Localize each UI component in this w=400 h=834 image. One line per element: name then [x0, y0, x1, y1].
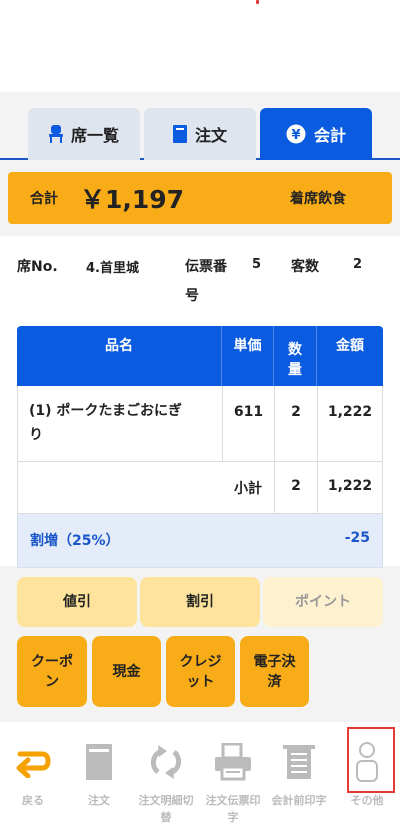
header-amount: 金額	[336, 338, 364, 354]
value-discount-button[interactable]: 値引	[17, 577, 137, 627]
guests-label: 客数	[291, 259, 319, 275]
nav-slip-print[interactable]: 注文伝票印 字	[200, 722, 266, 834]
tab-order[interactable]: 注文	[144, 108, 256, 160]
subtotal-label: 小計	[18, 462, 275, 513]
tab-label: 会計	[313, 126, 346, 145]
header-item-name: 品名	[17, 326, 222, 386]
guests-value: 2	[333, 249, 383, 311]
total-label: 合計	[30, 191, 58, 207]
cash-button[interactable]: 現金	[92, 636, 161, 707]
book-icon	[172, 125, 187, 143]
order-table: 品名 単価 数 量 金額 (1) ポークたまごおにぎ り 611 2 1,222…	[17, 326, 383, 568]
quantity-cell: 2	[275, 386, 318, 461]
refresh-icon	[133, 740, 199, 784]
surcharge-label: 割増（25%）	[30, 533, 120, 549]
nav-label: その他	[350, 794, 384, 807]
nav-back[interactable]: 戻る	[0, 722, 66, 834]
subtotal-row: 小計 2 1,222	[17, 462, 383, 514]
nav-label: 戻る	[22, 794, 44, 807]
receipt-icon	[266, 740, 332, 784]
amount-cell: 1,222	[327, 404, 373, 420]
seat-value: 4.首里城	[68, 249, 166, 311]
nav-label: 会計前印字	[271, 794, 327, 807]
item-name-cell: (1) ポークたまごおにぎ り	[18, 386, 223, 461]
table-row[interactable]: (1) ポークたまごおにぎ り 611 2 1,222	[17, 386, 383, 462]
header-quantity: 数 量	[274, 326, 317, 386]
tab-label: 席一覧	[70, 126, 119, 145]
total-bar: 合計 ￥1,197 着席飲食	[8, 172, 392, 224]
tab-bar: 席一覧 注文 ¥ 会計	[0, 92, 400, 160]
rate-discount-button[interactable]: 割引	[140, 577, 260, 627]
dining-mode-label: 着席飲食	[290, 191, 346, 207]
coupon-button[interactable]: クーポ ン	[17, 636, 87, 707]
emoney-button[interactable]: 電子決 済	[240, 636, 309, 707]
unit-price-cell: 611	[223, 386, 275, 461]
slip-number-value: 5	[234, 249, 282, 311]
tab-label: 注文	[194, 126, 227, 145]
return-arrow-icon	[0, 740, 66, 784]
table-header: 品名 単価 数 量 金額	[17, 326, 383, 386]
chair-icon	[48, 125, 63, 143]
nav-label: 注文伝票印 字	[205, 794, 261, 824]
bottom-nav: 戻る 注文 注文明細切 替 注文伝票印 字 会計前印字 その他	[0, 722, 400, 834]
yen-coin-icon: ¥	[286, 124, 306, 144]
highlight-box	[347, 727, 395, 793]
surcharge-row: 割増（25%） -25	[17, 514, 383, 568]
tab-checkout[interactable]: ¥ 会計	[260, 108, 372, 160]
credit-button[interactable]: クレジ ット	[166, 636, 235, 707]
header-unit-price: 単価	[222, 326, 274, 386]
status-dot	[256, 0, 259, 4]
slip-number-label-line2: 号	[185, 288, 199, 304]
subtotal-quantity: 2	[275, 462, 318, 513]
nav-order[interactable]: 注文	[66, 722, 132, 834]
points-button[interactable]: ポイント	[263, 577, 383, 627]
total-amount: ￥1,197	[80, 185, 185, 214]
seat-label: 席No.	[17, 259, 58, 275]
surcharge-amount: -25	[344, 530, 370, 546]
nav-label: 注文	[88, 794, 110, 807]
book-icon	[66, 740, 132, 784]
subtotal-amount: 1,222	[327, 478, 373, 494]
svg-text:¥: ¥	[291, 128, 300, 143]
printer-icon	[200, 740, 266, 784]
nav-pre-check-print[interactable]: 会計前印字	[266, 722, 332, 834]
top-blank-area	[0, 0, 400, 92]
nav-label: 注文明細切 替	[138, 794, 194, 824]
nav-detail-toggle[interactable]: 注文明細切 替	[133, 722, 199, 834]
slip-number-label-line1: 伝票番	[185, 259, 227, 275]
tab-seat-list[interactable]: 席一覧	[28, 108, 140, 160]
